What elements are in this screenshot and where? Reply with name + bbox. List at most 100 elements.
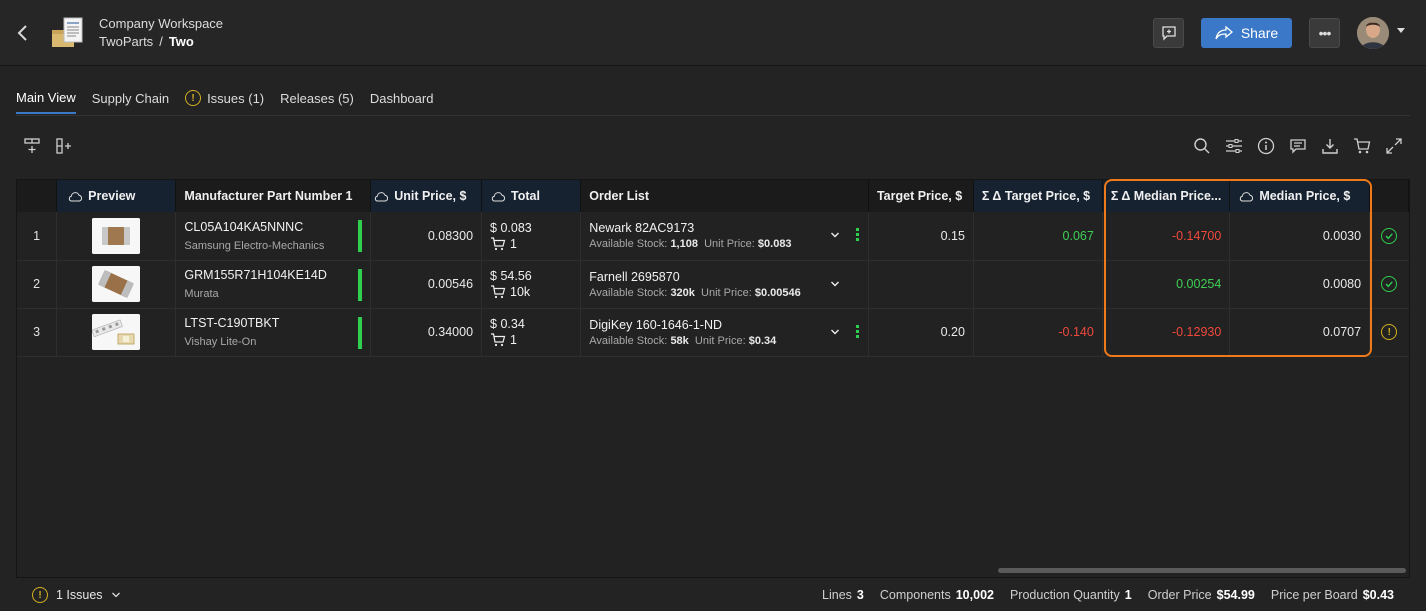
stat-label: Order Price [1147,588,1212,602]
row-menu-icon[interactable] [855,324,860,341]
order-list-cell[interactable]: Farnell 2695870 Available Stock: 320k Un… [580,260,869,309]
row-menu-icon[interactable] [855,228,860,244]
target-price[interactable]: 0.20 [868,308,974,357]
total-cell[interactable]: $ 0.083 1 [481,212,582,261]
stock-label: Available Stock: [589,334,668,347]
chevron-down-icon [111,592,120,598]
avatar-menu-caret[interactable] [1397,28,1405,33]
warning-icon: ! [32,587,48,603]
delta-target: 0.067 [973,212,1103,261]
supplier-unit-price: $0.00546 [754,286,801,299]
target-price[interactable]: 0.15 [868,212,974,261]
add-column-icon[interactable] [55,137,75,157]
total-qty-wrap: 1 [490,237,572,251]
table-row[interactable]: 1 CL05A104KA5NNNC Samsung Electro-Mechan… [17,212,1409,261]
order-list-cell[interactable]: Newark 82AC9173 Available Stock: 1,108 U… [580,212,869,261]
part-image[interactable] [92,217,141,254]
stat-value: $0.43 [1362,588,1394,602]
stock-value: 320k [670,286,695,299]
avatar[interactable] [1357,17,1389,49]
total-qty: 1 [510,236,517,251]
add-comment-button[interactable] [1153,18,1184,48]
target-price[interactable] [868,260,974,309]
mpn-cell[interactable]: CL05A104KA5NNNC Samsung Electro-Mechanic… [175,212,372,261]
tab-main-view[interactable]: Main View [16,82,76,114]
breadcrumb-current: Two [168,34,194,49]
tab-label: Dashboard [369,90,434,106]
col-header-label: Manufacturer Part Number 1 [184,189,353,203]
total-cell[interactable]: $ 54.56 10k [481,260,582,309]
col-header-order-list[interactable]: Order List [580,180,869,212]
breadcrumb-project[interactable]: TwoParts [99,34,153,49]
add-row-icon[interactable] [23,137,43,157]
cloud-icon [1240,191,1254,202]
workspace-icon [50,16,84,50]
mpn-cell[interactable]: LTST-C190TBKT Vishay Lite-On [175,308,372,357]
tab-label: Supply Chain [91,90,170,106]
stat-label: Components [879,588,951,602]
table-row[interactable]: 2 GRM155R71H104KE14D Murata 0.00546 $ 54… [17,260,1409,309]
back-icon[interactable] [14,22,32,44]
chevron-down-icon[interactable] [830,230,840,240]
col-header-median-price[interactable]: Median Price, $ [1229,180,1371,212]
breadcrumb: TwoParts / Two [99,34,194,49]
tab-dashboard[interactable]: Dashboard [370,82,434,114]
unit-price[interactable]: 0.00546 [370,260,483,309]
tab-releases[interactable]: Releases (5) [280,82,354,114]
bom-summary: Lines 3 Components 10,002 Production Quant… [822,588,1394,602]
table-header-row: Preview Manufacturer Part Number 1 Unit … [17,180,1409,212]
chevron-down-icon[interactable] [830,327,840,337]
manufacturer: Vishay Lite-On [184,336,257,348]
unit-label: Unit Price: [701,286,752,299]
delta-median: -0.14700 [1102,212,1231,261]
info-icon[interactable] [1257,137,1277,157]
comments-icon[interactable] [1289,137,1309,157]
unit-price[interactable]: 0.08300 [370,212,483,261]
share-button[interactable]: Share [1201,18,1292,48]
mpn: CL05A104KA5NNNC [184,219,304,234]
search-icon[interactable] [1193,137,1213,157]
cart-icon [491,237,506,250]
col-header-unit-price[interactable]: Unit Price, $ [370,180,483,212]
issues-summary[interactable]: ! 1 Issues [32,587,121,603]
order-list-cell[interactable]: DigiKey 160-1646-1-ND Available Stock: 5… [580,308,869,357]
median-price: 0.0080 [1229,260,1371,309]
col-header-mpn[interactable]: Manufacturer Part Number 1 [175,180,372,212]
download-icon[interactable] [1321,137,1341,157]
filter-icon[interactable] [1225,137,1245,157]
tab-supply-chain[interactable]: Supply Chain [92,82,169,114]
col-header-delta-median[interactable]: Σ Δ Median Price... [1102,180,1231,212]
supplier-name: DigiKey 160-1646-1-ND [589,317,722,332]
bom-grid: Preview Manufacturer Part Number 1 Unit … [16,179,1410,578]
col-header-target-price[interactable]: Target Price, $ [868,180,974,212]
lifecycle-indicator [358,220,363,252]
table-row[interactable]: 3 LTST-C190TBKT Vishay Lite-On 0.34000 $… [17,308,1409,357]
cart-icon[interactable] [1353,137,1373,157]
col-header-preview[interactable]: Preview [56,180,177,212]
col-header-delta-target[interactable]: Σ Δ Target Price, $ [973,180,1103,212]
part-image[interactable] [92,314,141,350]
components-stat: Components 10,002 [880,588,994,602]
col-header-label: Σ Δ Target Price, $ [981,189,1091,203]
price-per-board-stat: Price per Board $0.43 [1271,588,1394,602]
stat-value: $54.99 [1216,588,1255,602]
supplier-details: Available Stock: 58k Unit Price: $0.34 [589,335,860,347]
stock-label: Available Stock: [589,238,668,251]
total-price: $ 54.56 [490,269,532,283]
workspace-name: Company Workspace [99,16,224,31]
stat-value: 3 [856,588,864,602]
share-icon [1215,26,1233,40]
expand-icon[interactable] [1385,137,1405,157]
more-button[interactable]: ••• [1309,18,1340,48]
total-cell[interactable]: $ 0.34 1 [481,308,582,357]
part-image[interactable] [92,266,141,302]
col-header-total[interactable]: Total [481,180,582,212]
mpn-cell[interactable]: GRM155R71H104KE14D Murata [175,260,372,309]
tab-issues[interactable]: ! Issues (1) [185,82,264,114]
chevron-down-icon[interactable] [830,279,840,289]
unit-price[interactable]: 0.34000 [370,308,483,357]
horizontal-scrollbar[interactable] [998,568,1406,573]
status-bar: ! 1 Issues Lines 3 Components 10,002 Produ… [0,579,1426,611]
supplier-details: Available Stock: 1,108 Unit Price: $0.08… [589,238,860,250]
col-header-label: Preview [88,189,136,203]
